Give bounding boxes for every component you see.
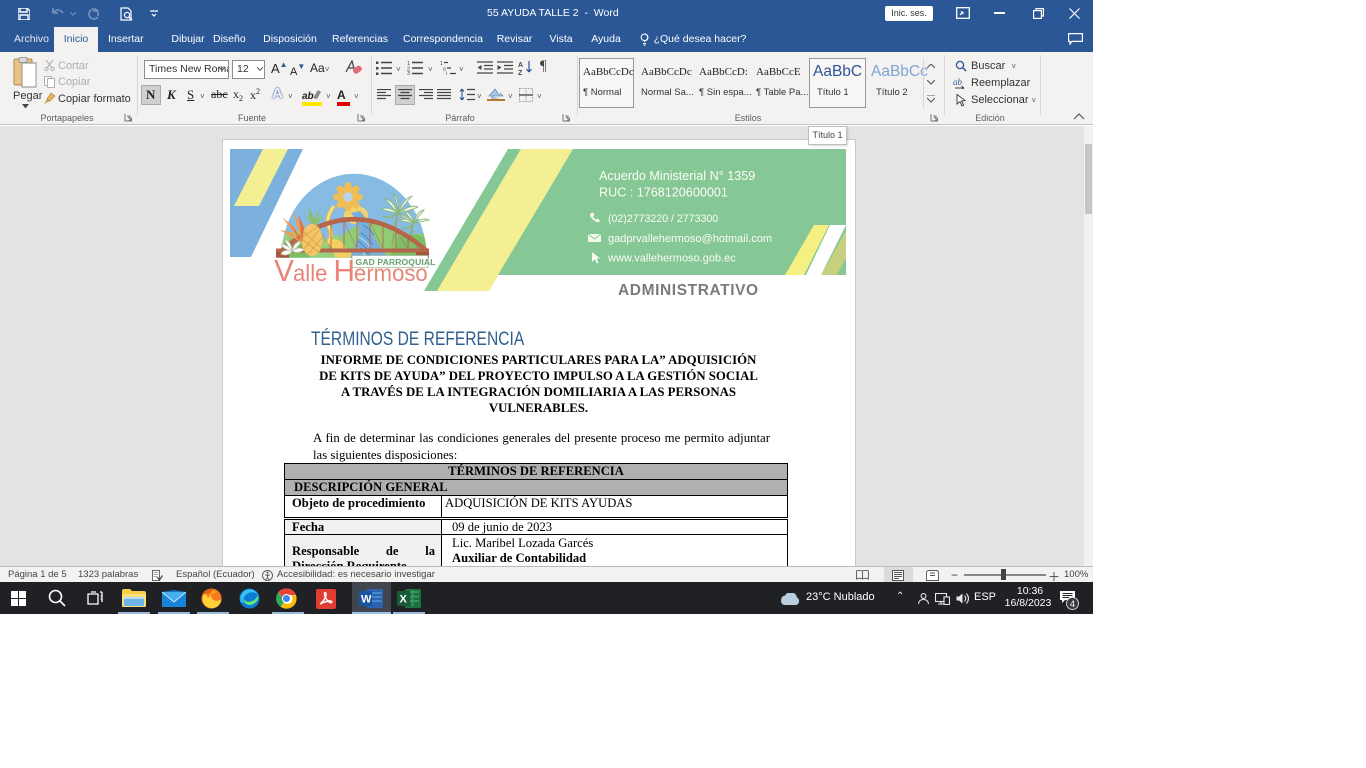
svg-text:RUC : 1768120600001: RUC : 1768120600001 [599,186,728,200]
svg-text:3: 3 [407,71,410,75]
svg-text:www.vallehermoso.gob.ec: www.vallehermoso.gob.ec [607,253,736,265]
svg-text:(02)2773220 / 2773300: (02)2773220 / 2773300 [608,213,718,225]
svg-text:i: i [446,71,447,75]
svg-text:X: X [400,594,408,606]
svg-text:ab: ab [953,77,963,87]
svg-text:Z: Z [518,70,523,75]
svg-text:W: W [361,594,372,606]
svg-text:gadprvallehermoso@hotmail.com: gadprvallehermoso@hotmail.com [608,233,772,245]
svg-text:Acuerdo Ministerial N° 1359: Acuerdo Ministerial N° 1359 [599,169,755,183]
svg-text:A: A [518,62,523,69]
